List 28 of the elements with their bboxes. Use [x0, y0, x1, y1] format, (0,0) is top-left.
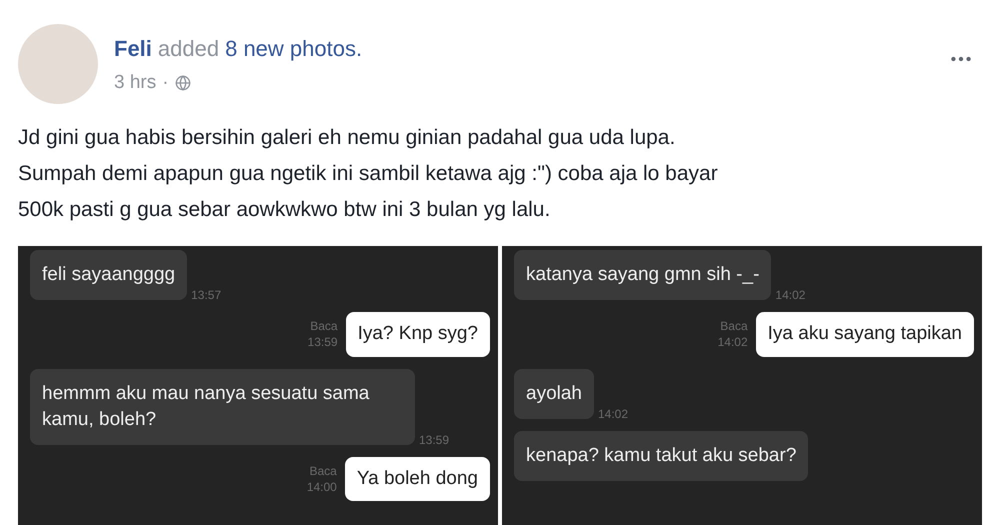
message-time: 13:57: [191, 287, 222, 304]
read-status: Baca: [310, 318, 338, 334]
message-time: 14:02: [775, 287, 806, 304]
post-text: 500k pasti g gua sebar aowkwkwo btw ini 3 bulan yg lalu.: [18, 197, 552, 223]
post-text: Sumpah demi apapun gua ngetik ini sambil ketawa ajg :") coba aja lo bayar: [18, 161, 719, 187]
message-time: 14:00: [306, 478, 337, 495]
chat-screenshot[interactable]: katanya sayang gmn sih -_- 14:02 Baca 14:02 Iya aku sayang tapikan ayolah 14:02 kenapa? kamu takut aku sebar?: [502, 246, 982, 525]
post-text: Jd gini gua habis bersihin galeri eh nemu ginian padahal gua uda lupa.: [18, 125, 676, 151]
sent-message: Iya? Knp syg?: [346, 312, 490, 356]
message-time: 14:02: [718, 334, 748, 350]
read-status: Baca: [309, 462, 337, 479]
received-message: ayolah: [514, 368, 594, 418]
sent-message: Ya boleh dong: [344, 456, 490, 501]
message-time: 13:59: [308, 334, 338, 350]
sent-message: Iya aku sayang tapikan: [756, 312, 974, 356]
received-message: kenapa? kamu takut aku sebar?: [514, 430, 808, 480]
chat-screenshot[interactable]: feli sayaangggg 13:57 Baca 13:59 Iya? Knp syg? hemmm aku mau nanya sesuatu sama kamu, boleh? 13:59 Baca 14:00 Ya boleh dong: [18, 246, 498, 525]
message-time: 13:59: [419, 432, 450, 448]
globe-icon: [174, 75, 191, 92]
separator: ·: [162, 71, 169, 95]
received-message: feli sayaangggg: [30, 250, 188, 300]
received-message: katanya sayang gmn sih -_-: [514, 250, 772, 300]
action-text: added: [158, 35, 220, 63]
received-message: hemmm aku mau nanya sesuatu sama kamu, boleh?: [30, 368, 415, 444]
photos-link[interactable]: 8 new photos.: [225, 32, 362, 65]
message-time: 14:02: [598, 406, 628, 422]
author-link[interactable]: Feli: [114, 32, 152, 65]
read-status: Baca: [720, 318, 748, 334]
